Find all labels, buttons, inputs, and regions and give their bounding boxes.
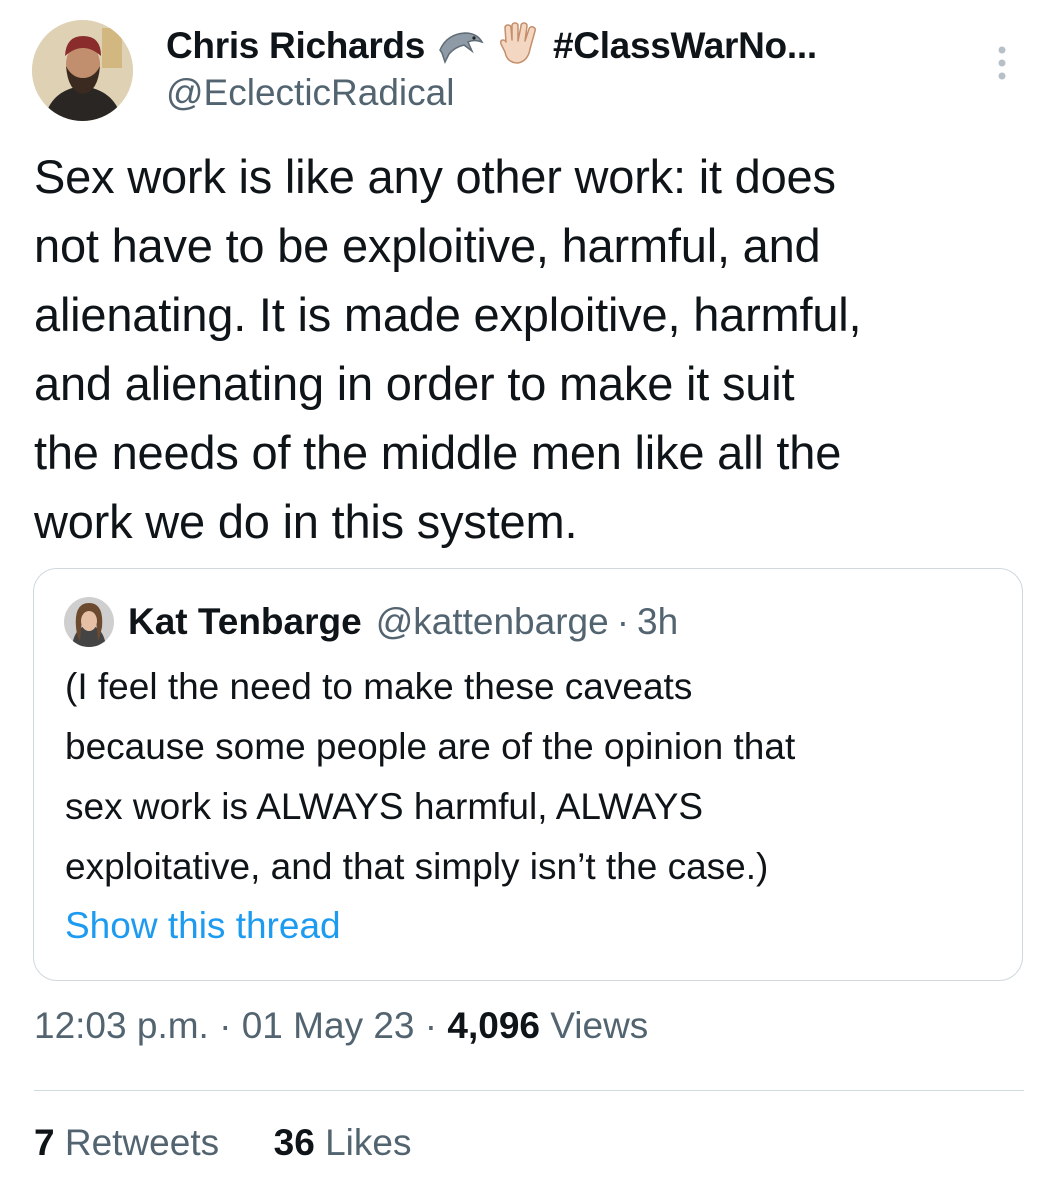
quoted-tweet-header: Kat Tenbarge @kattenbarge · 3h <box>128 597 678 647</box>
tweet-time[interactable]: 12:03 p.m. <box>34 1005 209 1046</box>
quoted-tweet-age[interactable]: 3h <box>637 601 678 643</box>
divider <box>34 1090 1024 1091</box>
retweets-label: Retweets <box>64 1122 220 1163</box>
meta-separator: · <box>424 1005 438 1046</box>
meta-separator: · <box>219 1005 232 1046</box>
show-thread-link[interactable]: Show this thread <box>65 905 341 947</box>
more-options-icon[interactable] <box>994 42 1010 84</box>
author-name-suffix[interactable]: #ClassWarNo... <box>553 25 817 67</box>
vulcan-salute-icon <box>497 21 541 71</box>
retweets-stat[interactable]: 7 Retweets <box>34 1122 229 1163</box>
author-handle[interactable]: @EclecticRadical <box>166 72 454 114</box>
tweet-meta: 12:03 p.m. · 01 May 23 · 4,096 Views <box>34 1005 648 1047</box>
views-label: Views <box>550 1005 649 1046</box>
quoted-tweet-card[interactable]: Kat Tenbarge @kattenbarge · 3h (I feel t… <box>33 568 1023 981</box>
tweet-text: Sex work is like any other work: it does… <box>34 150 862 548</box>
author-avatar[interactable] <box>32 20 133 121</box>
quoted-tweet-text: (I feel the need to make these caveats b… <box>65 666 796 887</box>
likes-label: Likes <box>325 1122 412 1163</box>
engagement-stats: 7 Retweets 36 Likes <box>34 1122 411 1164</box>
likes-stat[interactable]: 36 Likes <box>274 1122 412 1163</box>
quoted-author-name[interactable]: Kat Tenbarge <box>128 601 362 643</box>
quoted-author-avatar[interactable] <box>64 597 114 647</box>
views-count: 4,096 <box>447 1005 540 1046</box>
retweets-count: 7 <box>34 1122 55 1163</box>
quoted-author-handle[interactable]: @kattenbarge <box>376 601 609 643</box>
dolphin-icon <box>437 24 485 69</box>
author-display-name[interactable]: Chris Richards <box>166 25 425 67</box>
header-separator: · <box>616 601 630 642</box>
tweet-date[interactable]: 01 May 23 <box>242 1005 415 1046</box>
likes-count: 36 <box>273 1122 315 1163</box>
author-name-row[interactable]: Chris Richards #ClassWarNo... <box>166 20 817 72</box>
